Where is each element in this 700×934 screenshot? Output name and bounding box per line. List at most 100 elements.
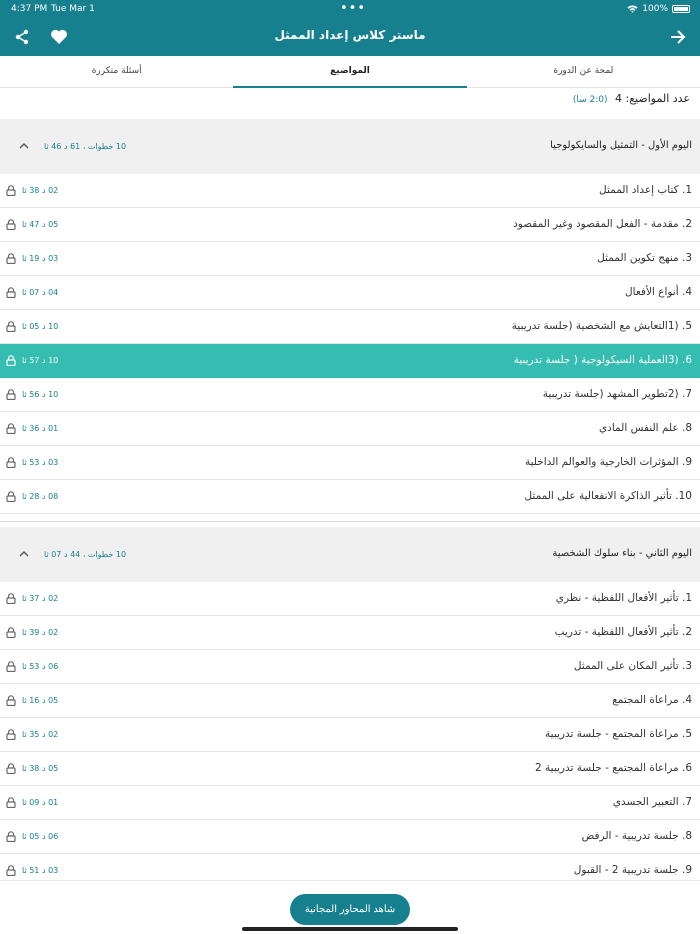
app-header: 4:37 PM Tue Mar 1 ••• 100% ماستر كلاس إع… xyxy=(0,0,700,56)
lesson-title: 10. تأثير الذاكرة الانفعالية على الممثل xyxy=(524,490,692,502)
lock-icon xyxy=(6,491,16,502)
lesson-row[interactable]: 7. (2تطوير المشهد (جلسة تدريبية 10 د 56 ث… xyxy=(0,378,700,412)
lesson-duration: 05 د 38 ثا xyxy=(22,764,59,773)
lesson-title: 9. المؤثرات الخارجية والعوالم الداخلية xyxy=(524,456,692,468)
lesson-duration: 03 د 53 ثا xyxy=(22,458,59,467)
lesson-title: 4. أنواع الأفعال xyxy=(625,286,692,298)
page-title: ماستر كلاس إعداد الممثل xyxy=(274,28,426,42)
lesson-title: 7. (2تطوير المشهد (جلسة تدريبية xyxy=(542,388,692,400)
lesson-row[interactable]: 9. المؤثرات الخارجية والعوالم الداخلية 03… xyxy=(0,446,700,480)
lesson-row[interactable]: 8. علم النفس المادي 01 د 36 ثا xyxy=(0,412,700,446)
section-header[interactable]: اليوم الأول - التمثيل والسايكولوجيا 10 خ… xyxy=(0,119,700,174)
lesson-row[interactable]: 4. أنواع الأفعال 04 د 07 ثا xyxy=(0,276,700,310)
bottom-bar: شاهد المحاور المجانية xyxy=(0,880,700,934)
lesson-title: 5. (1التعايش مع الشخصية (جلسة تدريبية xyxy=(511,320,692,332)
lesson-row[interactable]: 2. تأثير الأفعال اللفظية - تدريب 02 د 39 … xyxy=(0,616,700,650)
lock-icon xyxy=(6,593,16,604)
lock-icon xyxy=(6,661,16,672)
lesson-duration: 02 د 38 ثا xyxy=(22,186,59,195)
lesson-row[interactable]: 7. التعبير الجسدي 01 د 09 ثا xyxy=(0,786,700,820)
lock-icon xyxy=(6,627,16,638)
topics-duration: (2:0 سا) xyxy=(572,95,608,105)
lesson-duration: 02 د 35 ثا xyxy=(22,730,59,739)
lock-icon xyxy=(6,763,16,774)
lesson-row[interactable]: 3. تأثير المكان على الممثل 06 د 53 ثا xyxy=(0,650,700,684)
section-meta: 10 خطوات ، 44 د 07 ثا xyxy=(44,550,127,559)
lock-icon xyxy=(6,797,16,808)
lesson-title: 6. مراعاة المجتمع - جلسة تدريبية 2 xyxy=(535,762,692,774)
lesson-title: 6. (3العملية السيكولوجية ( جلسة تدريبية xyxy=(513,354,692,366)
section-meta: 10 خطوات ، 61 د 46 ثا xyxy=(44,142,127,151)
lesson-row-selected[interactable]: 6. (3العملية السيكولوجية ( جلسة تدريبية 1… xyxy=(0,344,700,378)
lock-icon xyxy=(6,185,16,196)
lock-icon xyxy=(6,729,16,740)
lesson-row[interactable]: 5. (1التعايش مع الشخصية (جلسة تدريبية 10 … xyxy=(0,310,700,344)
section-day-1: اليوم الأول - التمثيل والسايكولوجيا 10 خ… xyxy=(0,119,700,522)
lesson-row[interactable]: 4. مراعاة المجتمع 05 د 16 ثا xyxy=(0,684,700,718)
lesson-duration: 06 د 05 ثا xyxy=(22,832,59,841)
topics-count: عدد المواضيع: 4 xyxy=(615,92,690,105)
lock-icon xyxy=(6,389,16,400)
section-header[interactable]: اليوم الثاني - بناء سلوك الشخصية 10 خطوا… xyxy=(0,527,700,582)
section-divider xyxy=(0,514,700,522)
lock-icon xyxy=(6,253,16,264)
lesson-row[interactable]: 2. مقدمة - الفعل المقصود وغير المقصود 05 … xyxy=(0,208,700,242)
tab-topics[interactable]: المواضيع xyxy=(233,56,468,88)
lesson-title: 9. جلسة تدريبية 2 - القبول xyxy=(573,864,692,876)
watch-free-lessons-button[interactable]: شاهد المحاور المجانية xyxy=(290,894,410,925)
lock-icon xyxy=(6,695,16,706)
section-day-2: اليوم الثاني - بناء سلوك الشخصية 10 خطوا… xyxy=(0,527,700,888)
nav-bar: ماستر كلاس إعداد الممثل xyxy=(0,24,700,50)
lesson-title: 8. علم النفس المادي xyxy=(598,422,692,434)
lock-icon xyxy=(6,865,16,876)
battery-percent: 100% xyxy=(642,4,668,14)
lesson-duration: 04 د 07 ثا xyxy=(22,288,59,297)
lock-icon xyxy=(6,321,16,332)
lesson-row[interactable]: 8. جلسة تدريبية - الرفض 06 د 05 ثا xyxy=(0,820,700,854)
lesson-title: 5. مراعاة المجتمع - جلسة تدريبية xyxy=(545,728,692,740)
lock-icon xyxy=(6,423,16,434)
lesson-duration: 08 د 28 ثا xyxy=(22,492,59,501)
lesson-duration: 05 د 16 ثا xyxy=(22,696,59,705)
lesson-duration: 10 د 05 ثا xyxy=(22,322,59,331)
lesson-title: 7. التعبير الجسدي xyxy=(612,796,692,808)
arrow-right-icon[interactable] xyxy=(666,25,690,49)
chevron-up-icon[interactable] xyxy=(18,139,30,151)
lesson-row[interactable]: 6. مراعاة المجتمع - جلسة تدريبية 2 05 د 3… xyxy=(0,752,700,786)
lesson-row[interactable]: 1. تأثير الأفعال اللفظية - نظري 02 د 37 ث… xyxy=(0,582,700,616)
lesson-row[interactable]: 1. كتاب إعداد الممثل 02 د 38 ثا xyxy=(0,174,700,208)
lesson-duration: 03 د 51 ثا xyxy=(22,866,59,875)
lock-icon xyxy=(6,457,16,468)
lesson-duration: 01 د 09 ثا xyxy=(22,798,59,807)
status-time: 4:37 PM xyxy=(11,4,48,14)
tab-faq[interactable]: أسئلة متكررة xyxy=(0,56,233,87)
lesson-title: 3. تأثير المكان على الممثل xyxy=(573,660,692,672)
lesson-row[interactable]: 3. منهج تكوين الممثل 03 د 19 ثا xyxy=(0,242,700,276)
lock-icon xyxy=(6,219,16,230)
lesson-title: 4. مراعاة المجتمع xyxy=(612,694,692,706)
lesson-duration: 01 د 36 ثا xyxy=(22,424,59,433)
section-title: اليوم الأول - التمثيل والسايكولوجيا xyxy=(550,140,692,151)
lock-icon xyxy=(6,355,16,366)
tab-course-overview[interactable]: لمحة عن الدورة xyxy=(467,56,700,87)
lesson-duration: 03 د 19 ثا xyxy=(22,254,59,263)
lesson-duration: 06 د 53 ثا xyxy=(22,662,59,671)
home-indicator[interactable] xyxy=(242,927,458,931)
lesson-row[interactable]: 10. تأثير الذاكرة الانفعالية على الممثل 0… xyxy=(0,480,700,514)
lock-icon xyxy=(6,287,16,298)
status-date: Tue Mar 1 xyxy=(51,4,95,14)
chevron-up-icon[interactable] xyxy=(18,547,30,559)
tab-bar: لمحة عن الدورة المواضيع أسئلة متكررة xyxy=(0,56,700,88)
lock-icon xyxy=(6,831,16,842)
lesson-duration: 05 د 47 ثا xyxy=(22,220,59,229)
topics-summary: عدد المواضيع: 4 (2:0 سا) xyxy=(573,92,690,105)
lesson-title: 8. جلسة تدريبية - الرفض xyxy=(581,830,692,842)
battery-icon xyxy=(672,5,690,13)
lesson-duration: 10 د 57 ثا xyxy=(22,356,59,365)
lesson-duration: 02 د 39 ثا xyxy=(22,628,59,637)
multitask-dots[interactable]: ••• xyxy=(340,1,366,16)
lesson-title: 3. منهج تكوين الممثل xyxy=(597,252,692,264)
lesson-row[interactable]: 5. مراعاة المجتمع - جلسة تدريبية 02 د 35 … xyxy=(0,718,700,752)
battery-indicator: 100% xyxy=(627,4,690,14)
lesson-title: 2. تأثير الأفعال اللفظية - تدريب xyxy=(554,626,692,638)
